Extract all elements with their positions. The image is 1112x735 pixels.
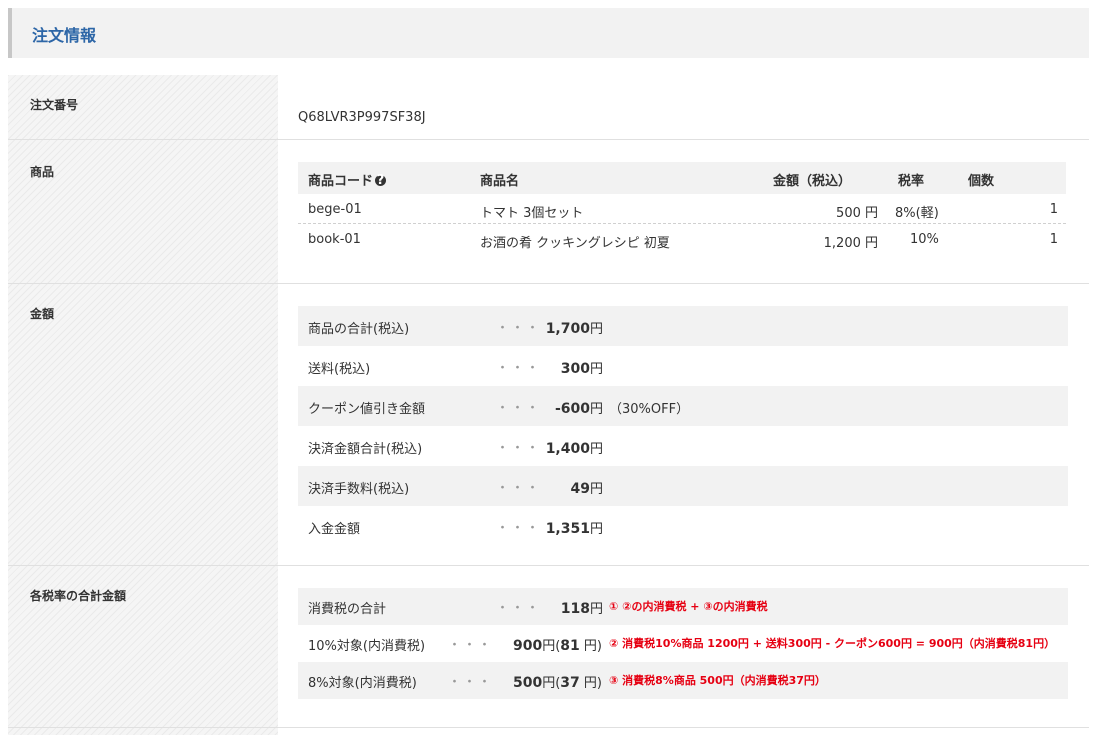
amount-label: 商品の合計(税込) xyxy=(308,322,410,337)
label-amount: 金額 xyxy=(30,307,55,321)
inner-tax-unit: 円) xyxy=(579,639,602,654)
amount-value: 1,400円 xyxy=(513,438,603,457)
product-table: 商品コード? 商品名 金額（税込） 税率 個数 bege-01 トマト 3個セッ… xyxy=(298,162,1066,254)
amount-row-item-total: 商品の合計(税込) ・・・ 1,700円 xyxy=(298,306,1068,346)
row-divider xyxy=(8,283,1089,284)
amount-number: 1,400 xyxy=(545,441,590,457)
inner-tax-number: 37 xyxy=(560,675,580,691)
amount-value: 49円 xyxy=(513,478,604,497)
label-products: 商品 xyxy=(30,165,55,179)
cell-quantity: 1 xyxy=(1049,232,1058,247)
col-header-code: 商品コード? xyxy=(308,170,387,189)
amount-row-payment-fee: 決済手数料(税込) ・・・ 49円 xyxy=(298,466,1068,506)
tax-note: ① ②の内消費税 + ③の内消費税 xyxy=(609,600,768,613)
section-title: 注文情報 xyxy=(32,26,97,45)
col-header-name: 商品名 xyxy=(480,174,520,189)
tax-row-10-percent: 10%対象(内消費税) ・・・ 900円(81 円) ② 消費税10%商品 12… xyxy=(298,625,1068,662)
col-header-tax-rate: 税率 xyxy=(898,174,925,189)
inner-tax-number: 81 xyxy=(560,638,580,654)
amount-number: -600 xyxy=(554,401,590,417)
tax-unit: 円( xyxy=(542,676,561,691)
tax-separator: ・・・ xyxy=(448,638,494,653)
col-header-quantity: 個数 xyxy=(968,174,995,189)
amount-row-deposit: 入金金額 ・・・ 1,351円 xyxy=(298,506,1068,546)
row-divider xyxy=(8,727,1089,728)
help-icon[interactable]: ? xyxy=(375,174,387,187)
amount-number: 1,700 xyxy=(545,321,590,337)
tax-label: 消費税の合計 xyxy=(308,602,387,617)
amount-unit: 円 xyxy=(589,442,603,457)
tax-unit: 円( xyxy=(542,639,561,654)
amount-label: 決済手数料(税込) xyxy=(308,482,410,497)
tax-value: 500円(37 円) xyxy=(498,672,602,691)
amount-value: 300円 xyxy=(513,358,603,377)
label-tax-totals: 各税率の合計金額 xyxy=(30,589,127,603)
amount-value: -600円 xyxy=(513,398,603,417)
cell-tax-rate: 8%(軽) xyxy=(895,206,939,221)
tax-unit: 円 xyxy=(589,602,603,617)
table-row: bege-01 トマト 3個セット 500 円 8%(軽) 1 xyxy=(298,194,1066,224)
amount-number: 300 xyxy=(560,361,590,377)
col-header-code-label: 商品コード xyxy=(308,174,374,189)
amount-unit: 円 xyxy=(589,322,603,337)
amount-unit: 円 xyxy=(589,402,603,417)
tax-row-total: 消費税の合計 ・・・ 118円 ① ②の内消費税 + ③の内消費税 xyxy=(298,588,1068,625)
table-row: book-01 お酒の肴 クッキングレシピ 初夏 1,200 円 10% 1 xyxy=(298,224,1066,254)
row-divider xyxy=(8,139,1089,140)
col-header-price: 金額（税込） xyxy=(773,174,852,189)
amount-number: 49 xyxy=(570,481,590,497)
tax-label: 10%対象(内消費税) xyxy=(308,639,426,654)
tax-number: 500 xyxy=(512,675,543,691)
amount-label: 送料(税込) xyxy=(308,362,371,377)
tax-value: 900円(81 円) xyxy=(498,635,602,654)
inner-tax-unit: 円) xyxy=(579,676,602,691)
amount-row-payment-total: 決済金額合計(税込) ・・・ 1,400円 xyxy=(298,426,1068,466)
row-divider xyxy=(8,565,1089,566)
amount-row-shipping: 送料(税込) ・・・ 300円 xyxy=(298,346,1068,386)
cell-code: bege-01 xyxy=(308,202,362,217)
tax-value: 118円 xyxy=(513,598,603,617)
section-header: 注文情報 xyxy=(8,8,1089,58)
order-number-value: Q68LVR3P997SF38J xyxy=(298,110,426,125)
amount-unit: 円 xyxy=(589,362,603,377)
tax-row-8-percent: 8%対象(内消費税) ・・・ 500円(37 円) ③ 消費税8%商品 500円… xyxy=(298,662,1068,699)
amount-list: 商品の合計(税込) ・・・ 1,700円 送料(税込) ・・・ 300円 クーポ… xyxy=(298,306,1068,546)
label-order-number: 注文番号 xyxy=(30,98,79,112)
amount-label: 入金金額 xyxy=(308,522,361,537)
cell-price: 1,200 円 xyxy=(823,236,878,251)
amount-value: 1,700円 xyxy=(513,318,603,337)
cell-code: book-01 xyxy=(308,232,361,247)
tax-note: ② 消費税10%商品 1200円 + 送料300円 - クーポン600円 = 9… xyxy=(609,637,1056,650)
amount-number: 1,351 xyxy=(545,521,590,537)
coupon-discount-rate: （30%OFF） xyxy=(609,402,690,417)
cell-price: 500 円 xyxy=(836,206,878,221)
cell-tax-rate: 10% xyxy=(910,232,939,247)
cell-quantity: 1 xyxy=(1049,202,1058,217)
amount-unit: 円 xyxy=(589,522,603,537)
amount-row-coupon: クーポン値引き金額 ・・・ -600円 （30%OFF） xyxy=(298,386,1068,426)
tax-number: 900 xyxy=(512,638,543,654)
tax-total-list: 消費税の合計 ・・・ 118円 ① ②の内消費税 + ③の内消費税 10%対象(… xyxy=(298,588,1068,699)
amount-label: クーポン値引き金額 xyxy=(308,402,426,417)
amount-label: 決済金額合計(税込) xyxy=(308,442,423,457)
amount-unit: 円 xyxy=(589,482,603,497)
product-table-header: 商品コード? 商品名 金額（税込） 税率 個数 xyxy=(298,162,1066,194)
cell-name: トマト 3個セット xyxy=(480,206,584,221)
tax-number: 118 xyxy=(560,601,590,617)
tax-note: ③ 消費税8%商品 500円（内消費税37円） xyxy=(609,674,826,687)
tax-label: 8%対象(内消費税) xyxy=(308,676,417,691)
amount-value: 1,351円 xyxy=(513,518,603,537)
tax-separator: ・・・ xyxy=(448,675,494,690)
cell-name: お酒の肴 クッキングレシピ 初夏 xyxy=(480,236,670,251)
